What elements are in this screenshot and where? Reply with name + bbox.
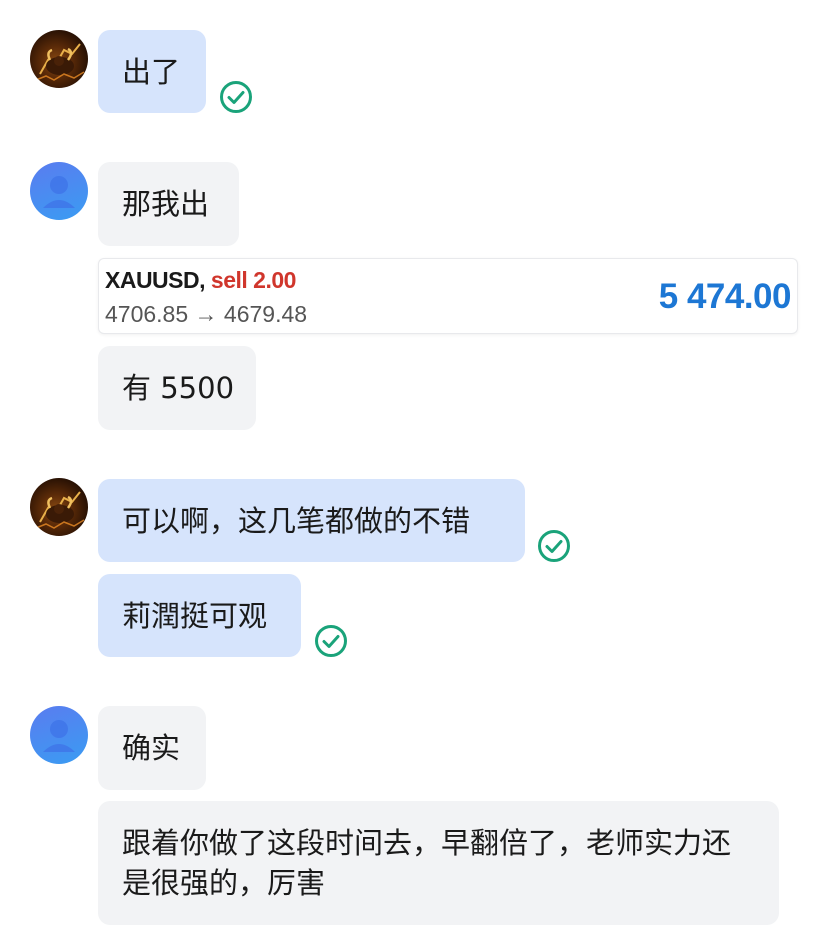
trade-result-card[interactable]: XAUUSD, sell 2.00 4706.85 → 4679.48 5 47…: [98, 258, 798, 334]
message-text: 跟着你做了这段时间去，早翻倍了，老师实力还是很强的，厉害: [122, 826, 732, 900]
trade-profit: 5 474.00: [658, 277, 792, 316]
trade-header: XAUUSD, sell 2.00: [105, 267, 296, 294]
double-check-icon: [219, 80, 253, 114]
bull-avatar[interactable]: [30, 478, 88, 536]
message-bubble[interactable]: 可以啊，这几笔都做的不错: [98, 479, 525, 562]
message-text: 莉潤挺可观: [122, 598, 268, 633]
message-bubble[interactable]: 有 5500: [98, 346, 256, 430]
message-bubble[interactable]: 莉潤挺可观: [98, 574, 301, 657]
trade-symbol: XAUUSD,: [105, 267, 206, 293]
user-avatar[interactable]: [30, 706, 88, 764]
message-bubble[interactable]: 确实: [98, 706, 206, 790]
trade-side: sell 2.00: [210, 267, 297, 293]
double-check-icon: [537, 529, 571, 563]
trade-prices: 4706.85 → 4679.48: [105, 301, 308, 327]
message-text: 有 5500: [122, 371, 235, 405]
chat-conversation: 出了 那我出 XAUUSD, sell 2.00 4706.85 → 4679.…: [0, 0, 829, 943]
message-text: 那我出: [122, 187, 210, 221]
user-avatar[interactable]: [30, 162, 88, 220]
double-check-icon: [314, 624, 348, 658]
message-text: 确实: [122, 731, 181, 765]
message-text: 出了: [122, 54, 181, 89]
bull-avatar[interactable]: [30, 30, 88, 88]
message-bubble[interactable]: 跟着你做了这段时间去，早翻倍了，老师实力还是很强的，厉害: [98, 801, 779, 925]
message-bubble[interactable]: 出了: [98, 30, 206, 113]
message-bubble[interactable]: 那我出: [98, 162, 239, 246]
message-text: 可以啊，这几笔都做的不错: [122, 503, 471, 538]
